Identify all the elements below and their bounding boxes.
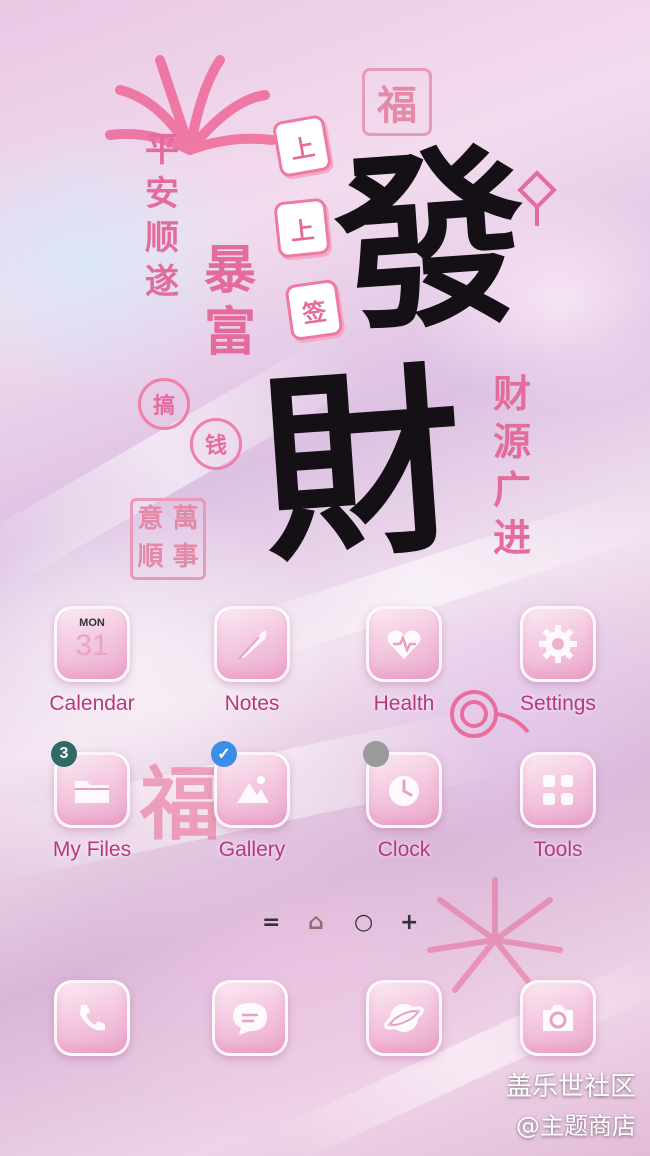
vertical-char: 进 xyxy=(492,515,531,560)
caiyuan-vertical: 财 源 广 进 xyxy=(488,370,536,562)
app-health[interactable]: Health xyxy=(334,606,474,716)
app-label: Notes xyxy=(224,692,280,715)
app-settings[interactable]: Settings xyxy=(488,606,628,716)
home-screen: 福 意 萬 順 事 平 安 顺 遂 暴 富 搞 钱 上 上 签 發 財 财 源 … xyxy=(0,0,650,1156)
app-gallery[interactable]: ✓ Gallery xyxy=(182,741,322,862)
page-indicator-add[interactable]: + xyxy=(400,910,418,935)
fa-character: 發 xyxy=(328,123,534,360)
calendar-month: MON xyxy=(79,617,105,629)
vertical-char: 安 xyxy=(145,174,179,214)
app-label: Settings xyxy=(520,692,596,715)
cai-character: 財 xyxy=(254,342,470,591)
calendar-icon: MON 31 xyxy=(54,606,130,682)
check-badge: ✓ xyxy=(211,741,237,767)
notification-badge: 3 xyxy=(51,741,77,767)
vertical-char: 遂 xyxy=(145,262,179,302)
app-tools[interactable]: Tools xyxy=(488,752,628,862)
seal-char: 事 xyxy=(172,542,199,572)
heart-icon xyxy=(366,606,442,682)
seal-char: 萬 xyxy=(172,504,199,534)
vertical-char: 财 xyxy=(492,371,531,416)
vertical-char: 顺 xyxy=(145,218,179,258)
app-my-files[interactable]: 3 My Files xyxy=(22,741,162,862)
gaoqian-badge: 搞 xyxy=(138,378,190,430)
theme-store-watermark: @主题商店 xyxy=(516,1112,636,1140)
app-label: Clock xyxy=(377,838,431,861)
vertical-char: 平 xyxy=(145,130,179,170)
app-label: Calendar xyxy=(49,692,135,715)
app-label: My Files xyxy=(52,838,132,861)
gaoqian-badge: 钱 xyxy=(190,418,242,470)
status-badge xyxy=(363,741,389,767)
community-watermark: 盖乐世社区 xyxy=(505,1072,636,1102)
calendar-day: 31 xyxy=(75,629,109,662)
browser-icon xyxy=(366,980,442,1056)
shangshang-tile: 签 xyxy=(284,278,344,342)
image-icon: ✓ xyxy=(211,741,290,828)
dock-browser[interactable] xyxy=(334,980,474,1056)
app-label: Health xyxy=(373,692,435,715)
page-indicator-dot[interactable]: ○ xyxy=(354,910,373,935)
message-icon xyxy=(212,980,288,1056)
dock-messages[interactable] xyxy=(180,980,320,1056)
seal-char: 順 xyxy=(137,542,164,572)
camera-icon xyxy=(520,980,596,1056)
app-label: Tools xyxy=(533,838,583,861)
app-notes[interactable]: Notes xyxy=(182,606,322,716)
chinese-knot-icon xyxy=(517,170,557,226)
baofu-vertical: 暴 富 xyxy=(200,240,260,364)
wanshi-seal: 意 萬 順 事 xyxy=(130,498,206,580)
feather-icon xyxy=(214,606,290,682)
page-indicator-home[interactable]: ⌂ xyxy=(308,910,324,935)
dock-phone[interactable] xyxy=(22,980,162,1056)
grid-icon xyxy=(520,752,596,828)
page-indicator-list[interactable]: = xyxy=(262,910,280,935)
pingan-vertical: 平 安 顺 遂 xyxy=(142,128,182,304)
seal-char: 意 xyxy=(137,504,164,534)
firework-decoration xyxy=(105,55,277,155)
clock-icon xyxy=(363,741,442,828)
vertical-char: 富 xyxy=(203,302,256,363)
dock-camera[interactable] xyxy=(488,980,628,1056)
vertical-char: 暴 xyxy=(203,240,256,301)
gear-icon xyxy=(520,606,596,682)
shangshang-tile: 上 xyxy=(273,197,331,259)
phone-icon xyxy=(54,980,130,1056)
fu-seal-top: 福 xyxy=(362,68,432,136)
vertical-char: 源 xyxy=(492,419,531,464)
shangshang-tile: 上 xyxy=(271,113,333,179)
app-calendar[interactable]: MON 31 Calendar xyxy=(22,606,162,716)
app-clock[interactable]: Clock xyxy=(334,741,474,862)
folder-icon: 3 xyxy=(51,741,130,828)
app-label: Gallery xyxy=(218,838,286,861)
vertical-char: 广 xyxy=(492,467,531,512)
